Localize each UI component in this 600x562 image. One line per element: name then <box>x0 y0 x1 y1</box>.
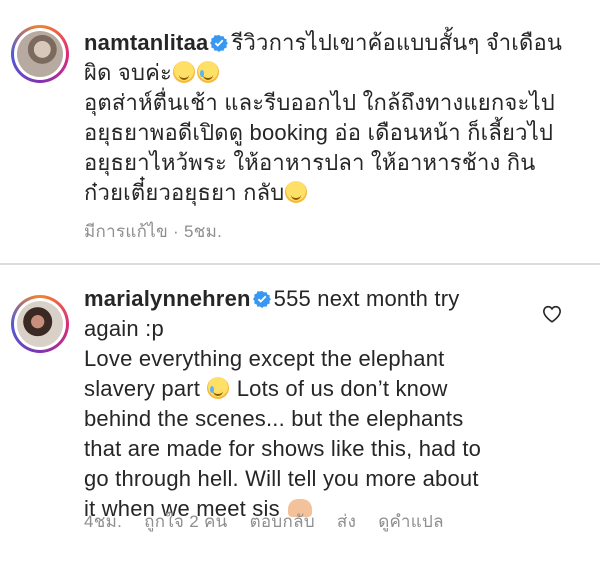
avatar-image <box>17 301 63 347</box>
likes-count-link[interactable]: ถูกใจ 2 คน <box>144 512 227 531</box>
comment: namtanlitaa รีวิวการไปเขาค้อแบบสั้นๆ จำเด… <box>0 0 600 262</box>
username-link[interactable]: marialynnehren <box>84 286 251 311</box>
comment-text-line: Lots of us don’t know <box>236 376 448 401</box>
comment-text-line: that are made for shows like this, had t… <box>84 436 482 461</box>
verified-badge-icon <box>210 34 229 52</box>
avatar-image <box>17 31 63 77</box>
comment-timestamp: 4ชม. <box>84 512 123 531</box>
divider <box>0 263 600 265</box>
comment-meta: มีการแก้ไข · 5ชม. <box>84 218 244 245</box>
avatar-ring <box>14 28 66 80</box>
avatar[interactable] <box>11 295 69 353</box>
comment-text-line: อยุธยาพอดีเปิดดู booking อ่อ เดือนหน้า ก… <box>84 120 554 145</box>
comment-meta: 4ชม. ถูกใจ 2 คน ตอบกลับ ส่ง ดูคำแปล <box>84 508 466 535</box>
comment-text-line: 555 next month try <box>273 286 460 311</box>
comment-text-line: behind the scenes... but the elephants <box>84 406 464 431</box>
comment-text-line: รีวิวการไปเขาค้อแบบสั้นๆ จำเดือน <box>231 30 563 55</box>
avatar[interactable] <box>11 25 69 83</box>
comment-text-line: ผิด จบค่ะ <box>84 60 173 85</box>
avatar-ring <box>14 298 66 350</box>
sad-tear-emoji-icon <box>197 61 220 83</box>
comment-text-line: อุตส่าห์ตื่นเช้า และรีบออกไป ใกล้ถึงทางแ… <box>84 90 555 115</box>
rofl-emoji-icon <box>173 61 196 83</box>
reply-link[interactable]: ตอบกลับ <box>250 512 315 531</box>
comment-text-line: go through hell. Will tell you more abou… <box>84 466 479 491</box>
rofl-emoji-icon <box>285 181 308 203</box>
send-link[interactable]: ส่ง <box>337 512 356 531</box>
username-link[interactable]: namtanlitaa <box>84 30 208 55</box>
comment-body: namtanlitaa รีวิวการไปเขาค้อแบบสั้นๆ จำเด… <box>84 28 589 208</box>
comment-text-line: slavery part <box>84 376 201 401</box>
comment-text-line: again :p <box>84 316 164 341</box>
like-heart-icon[interactable] <box>542 305 562 323</box>
comment-text-line: Love everything except the elephant <box>84 346 445 371</box>
verified-badge-icon <box>252 290 271 308</box>
comment-body: marialynnehren 555 next month try again :… <box>84 284 544 524</box>
comment-text-line: ก๋วยเตี๋ยวอยุธยา กลับ <box>84 180 285 205</box>
edited-timestamp: มีการแก้ไข · 5ชม. <box>84 222 223 241</box>
comment-text-line: อยุธยาไหว้พระ ให้อาหารปลา ให้อาหารช้าง ก… <box>84 150 536 175</box>
comment: marialynnehren 555 next month try again :… <box>0 268 600 562</box>
sad-tear-emoji-icon <box>207 377 230 399</box>
translate-link[interactable]: ดูคำแปล <box>378 512 444 531</box>
